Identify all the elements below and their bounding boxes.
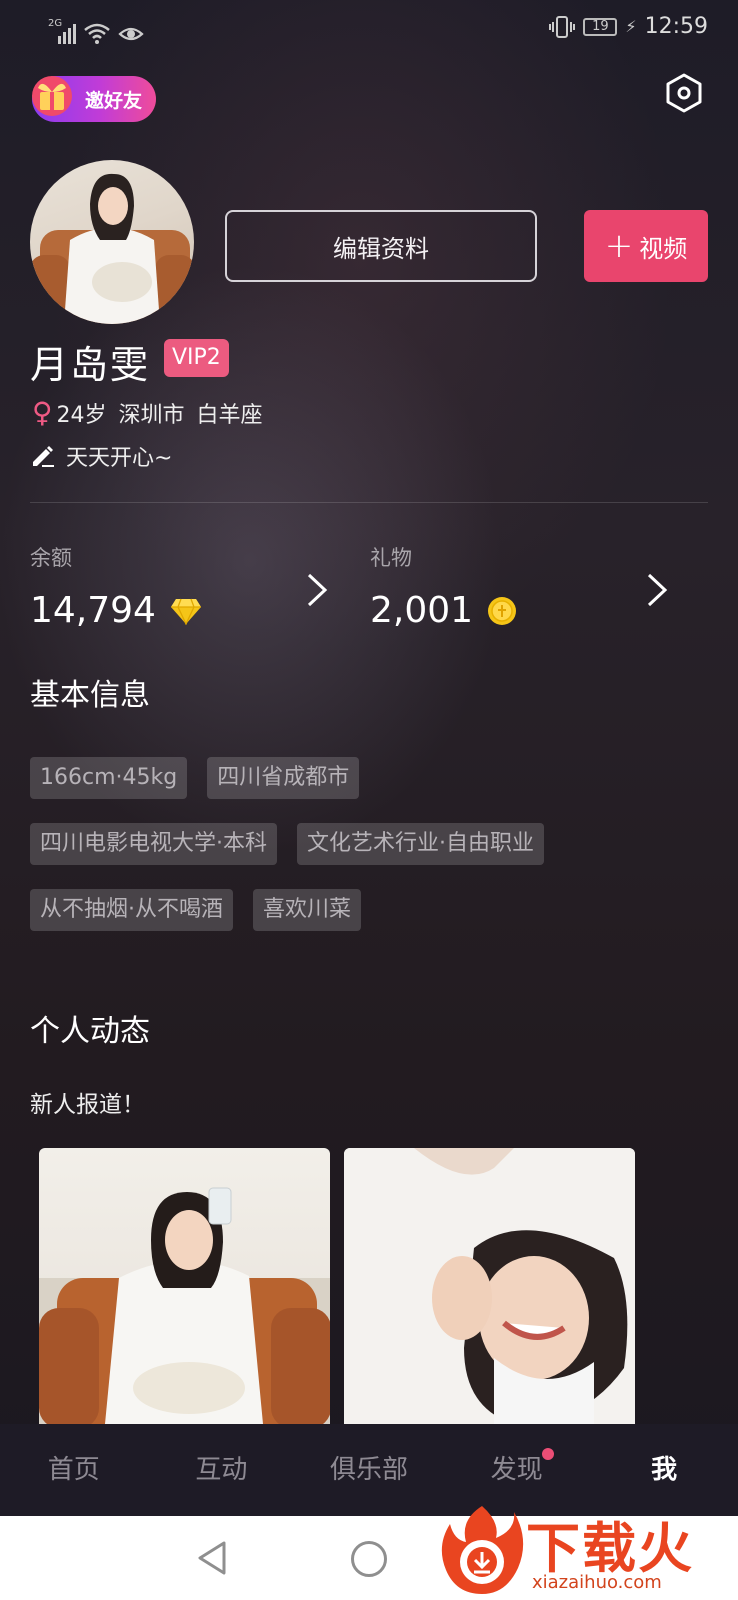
charging-icon: ⚡ [625, 17, 637, 36]
user-city: 深圳市 [118, 402, 185, 428]
divider [30, 502, 708, 503]
balance-value-row: 14,794 [30, 590, 330, 631]
tab-discover-label: 发现 [490, 1455, 543, 1485]
female-icon: ♀ [32, 396, 53, 429]
status-left: 2G [48, 16, 144, 44]
plus-icon: + [604, 226, 634, 266]
balance-value: 14,794 [30, 590, 156, 631]
avatar[interactable] [30, 160, 194, 324]
moments-title: 个人动态 [30, 1014, 150, 1049]
tag-row: 从不抽烟·从不喝酒 喜欢川菜 [30, 889, 710, 931]
pencil-icon [33, 446, 54, 467]
tag-height-weight: 166cm·45kg [30, 757, 188, 799]
tag-hometown: 四川省成都市 [207, 757, 360, 799]
post-photo-2[interactable] [344, 1148, 635, 1424]
gift-card[interactable]: 礼物 2,001 [370, 542, 670, 632]
settings-hexagon-icon[interactable] [664, 72, 704, 114]
avatar-photo [30, 173, 194, 324]
edit-profile-button[interactable]: 编辑资料 [225, 210, 537, 282]
user-age: 24岁 [56, 402, 107, 428]
gift-value: 2,001 [370, 590, 474, 631]
status-bar: 2G 19 ⚡ 12:59 [0, 0, 738, 60]
home-circle-icon[interactable] [351, 1541, 387, 1577]
basic-info-tags: 166cm·45kg 四川省成都市 四川电影电视大学·本科 文化艺术行业·自由职… [30, 757, 710, 955]
clock: 12:59 [644, 14, 708, 39]
add-video-label: 视频 [639, 234, 688, 263]
tab-interact[interactable]: 互动 [148, 1424, 296, 1516]
signature-row[interactable]: 天天开心~ [30, 440, 172, 472]
tab-club[interactable]: 俱乐部 [295, 1424, 443, 1516]
user-meta: ♀ 24岁 深圳市 白羊座 [32, 396, 263, 429]
watermark-url: xiazaihuo.com [532, 1572, 662, 1593]
gift-value-row: 2,001 [370, 590, 670, 631]
profile-screen: 2G 19 ⚡ 12:59 邀好友 编辑资料 + 视频 月岛雯 VIP2 ♀ 2… [0, 0, 738, 1516]
balance-label: 余额 [30, 546, 72, 570]
user-name: 月岛雯 [30, 343, 151, 387]
tag-habits: 从不抽烟·从不喝酒 [30, 889, 233, 931]
post-text: 新人报道！ [30, 1092, 145, 1118]
notification-dot [542, 1448, 555, 1460]
chevron-right-icon[interactable] [646, 572, 668, 608]
edit-profile-label: 编辑资料 [333, 234, 429, 263]
gift-icon [32, 76, 72, 116]
tag-food: 喜欢川菜 [253, 889, 362, 931]
wifi-icon [84, 23, 110, 44]
basic-info-title: 基本信息 [30, 678, 150, 713]
eye-icon [118, 27, 144, 41]
add-video-button[interactable]: + 视频 [584, 210, 708, 282]
status-right: 19 ⚡ 12:59 [549, 14, 708, 39]
tag-occupation: 文化艺术行业·自由职业 [297, 823, 544, 865]
gift-label: 礼物 [370, 546, 412, 570]
invite-friends-button[interactable]: 邀好友 [32, 76, 156, 122]
coin-icon [488, 596, 517, 625]
tag-row: 166cm·45kg 四川省成都市 [30, 757, 710, 799]
diamond-icon [170, 598, 201, 625]
photo-image [344, 1148, 635, 1424]
photo-image [39, 1187, 330, 1424]
watermark: 下载火 xiazaihuo.com [436, 1500, 738, 1600]
battery-icon: 19 [583, 17, 618, 36]
network-label: 2G [48, 18, 63, 29]
vip-badge: VIP2 [164, 339, 229, 377]
user-zodiac: 白羊座 [196, 402, 263, 428]
tab-home[interactable]: 首页 [0, 1424, 148, 1516]
post-photo-1[interactable] [39, 1148, 330, 1424]
signal-icon: 2G [48, 18, 76, 44]
watermark-logo-icon [441, 1506, 524, 1594]
invite-label: 邀好友 [84, 89, 142, 112]
chevron-right-icon[interactable] [306, 572, 328, 608]
back-triangle-icon[interactable] [196, 1540, 228, 1576]
vibrate-icon [549, 15, 576, 38]
tag-row: 四川电影电视大学·本科 文化艺术行业·自由职业 [30, 823, 710, 865]
balance-card[interactable]: 余额 14,794 [30, 542, 330, 632]
tag-education: 四川电影电视大学·本科 [30, 823, 277, 865]
signature-text: 天天开心~ [66, 446, 173, 471]
